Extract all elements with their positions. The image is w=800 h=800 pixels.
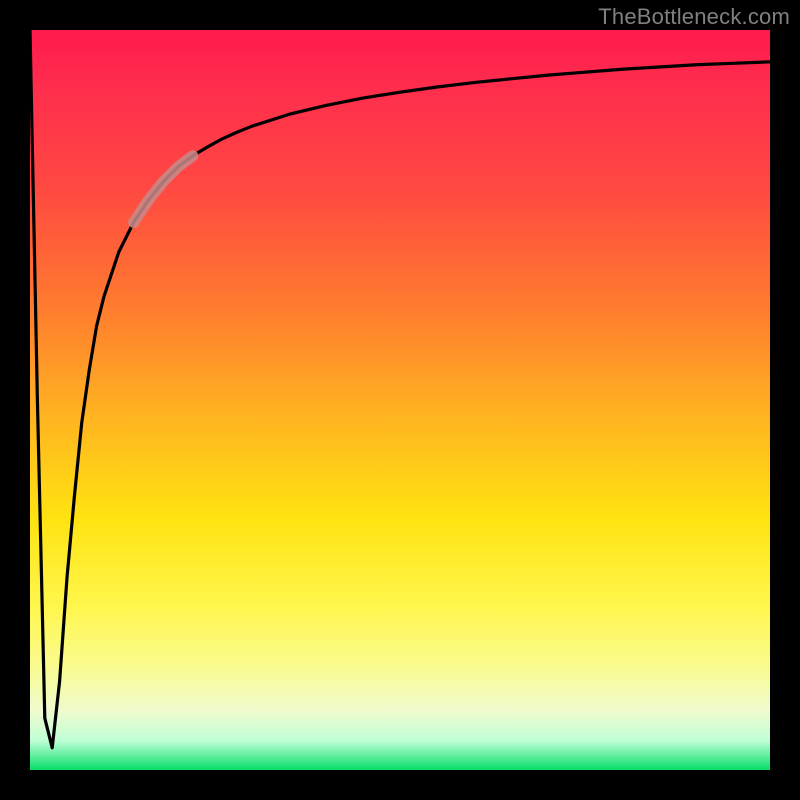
chart-frame: TheBottleneck.com	[0, 0, 800, 800]
bottleneck-curve	[30, 30, 770, 770]
plot-area	[30, 30, 770, 770]
watermark-text: TheBottleneck.com	[598, 4, 790, 30]
